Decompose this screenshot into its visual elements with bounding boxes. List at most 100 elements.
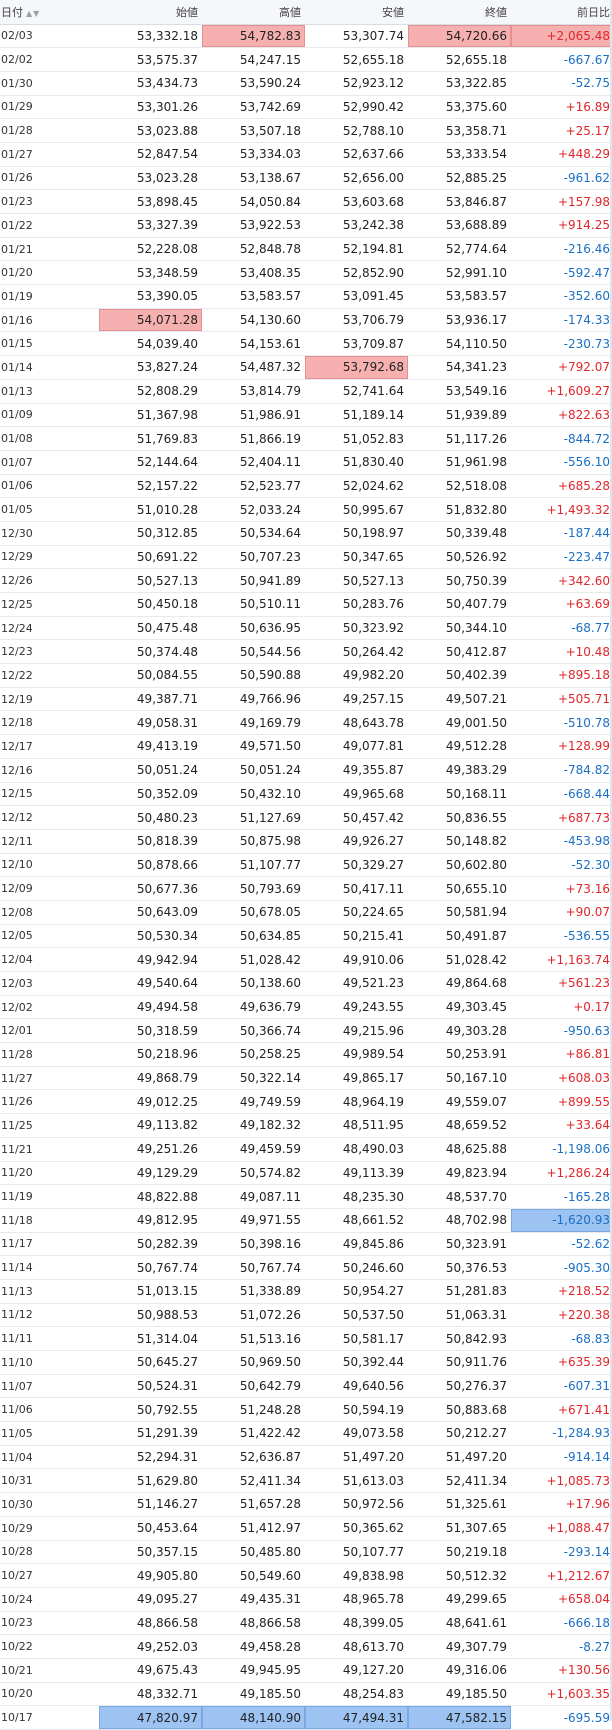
cell-change: -668.44: [511, 782, 612, 807]
cell-low: 53,709.87: [305, 331, 408, 357]
column-header-date[interactable]: 日付 ▲▼: [0, 0, 99, 25]
table-row: 01/26 53,023.28 53,138.67 52,656.00 52,885.2…: [0, 166, 612, 191]
column-header-close[interactable]: 終値: [408, 0, 511, 25]
cell-date: 02/03: [0, 24, 99, 49]
column-header-open[interactable]: 始値: [99, 0, 202, 25]
cell-open: 51,146.27: [99, 1492, 202, 1517]
cell-high: 51,422.42: [202, 1421, 305, 1446]
cell-low: 49,910.06: [305, 947, 408, 972]
column-header-low[interactable]: 安値: [305, 0, 408, 25]
table-row: 01/30 53,434.73 53,590.24 52,923.12 53,322.8…: [0, 71, 612, 96]
cell-close: 51,063.31: [408, 1303, 511, 1328]
cell-low: 51,052.83: [305, 426, 408, 451]
cell-high: 51,412.97: [202, 1516, 305, 1541]
table-row: 02/03 53,332.18 54,782.83 53,307.74 54,720.6…: [0, 24, 612, 49]
cell-low: 50,392.44: [305, 1350, 408, 1375]
cell-close: 50,750.39: [408, 568, 511, 593]
cell-low: 50,264.42: [305, 639, 408, 665]
table-row: 01/23 53,898.45 54,050.84 53,603.68 53,846.8…: [0, 189, 612, 214]
cell-change: -453.98: [511, 829, 612, 854]
cell-high: 49,636.79: [202, 995, 305, 1020]
cell-high: 50,707.23: [202, 545, 305, 570]
cell-close: 50,339.48: [408, 521, 511, 546]
cell-high: 54,247.15: [202, 47, 305, 72]
cell-low: 50,198.97: [305, 521, 408, 546]
cell-high: 52,033.24: [202, 497, 305, 522]
cell-high: 50,398.16: [202, 1232, 305, 1257]
cell-low: 52,194.81: [305, 237, 408, 262]
table-row: 12/24 50,475.48 50,636.95 50,323.92 50,344.1…: [0, 616, 612, 641]
cell-low: 52,024.62: [305, 474, 408, 499]
cell-open: 49,129.29: [99, 1161, 202, 1186]
cell-close: 50,168.11: [408, 782, 511, 807]
cell-close: 50,911.76: [408, 1350, 511, 1375]
cell-change: +1,085.73: [511, 1468, 612, 1494]
cell-open: 54,071.28: [99, 308, 202, 333]
cell-open: 48,332.71: [99, 1682, 202, 1707]
cell-date: 12/15: [0, 782, 99, 807]
table-row: 12/04 49,942.94 51,028.42 49,910.06 51,028.4…: [0, 947, 612, 972]
cell-close: 49,559.07: [408, 1089, 511, 1115]
cell-open: 51,629.80: [99, 1468, 202, 1494]
cell-high: 50,574.82: [202, 1161, 305, 1186]
cell-open: 49,012.25: [99, 1089, 202, 1115]
cell-close: 48,702.98: [408, 1208, 511, 1233]
cell-close: 53,322.85: [408, 71, 511, 96]
cell-low: 51,497.20: [305, 1445, 408, 1470]
cell-open: 50,282.39: [99, 1232, 202, 1257]
cell-open: 52,144.64: [99, 450, 202, 475]
table-row: 10/29 50,453.64 51,412.97 50,365.62 51,307.6…: [0, 1516, 612, 1541]
cell-open: 50,767.74: [99, 1255, 202, 1280]
table-row: 01/06 52,157.22 52,523.77 52,024.62 52,518.0…: [0, 474, 612, 499]
cell-close: 48,625.88: [408, 1137, 511, 1162]
cell-low: 52,655.18: [305, 47, 408, 72]
table-row: 01/15 54,039.40 54,153.61 53,709.87 54,110.5…: [0, 331, 612, 357]
cell-open: 50,792.55: [99, 1397, 202, 1423]
cell-open: 50,527.13: [99, 568, 202, 593]
cell-low: 53,307.74: [305, 24, 408, 49]
cell-high: 54,050.84: [202, 189, 305, 214]
cell-close: 53,333.54: [408, 142, 511, 167]
cell-date: 11/07: [0, 1374, 99, 1399]
table-row: 11/07 50,524.31 50,642.79 49,640.56 50,276.3…: [0, 1374, 612, 1399]
cell-high: 53,742.69: [202, 95, 305, 120]
cell-change: +218.52: [511, 1279, 612, 1304]
table-row: 01/05 51,010.28 52,033.24 50,995.67 51,832.8…: [0, 497, 612, 522]
cell-date: 12/23: [0, 639, 99, 665]
cell-change: -68.83: [511, 1326, 612, 1351]
sort-arrows-icon[interactable]: ▲▼: [26, 9, 40, 18]
cell-low: 52,637.66: [305, 142, 408, 167]
cell-high: 54,487.32: [202, 355, 305, 380]
cell-date: 12/03: [0, 971, 99, 996]
table-row: 01/13 52,808.29 53,814.79 52,741.64 53,549.1…: [0, 379, 612, 404]
cell-low: 50,972.56: [305, 1492, 408, 1517]
cell-close: 50,883.68: [408, 1397, 511, 1423]
cell-high: 53,814.79: [202, 379, 305, 404]
cell-low: 53,091.45: [305, 284, 408, 309]
table-row: 11/06 50,792.55 51,248.28 50,594.19 50,883.6…: [0, 1397, 612, 1423]
cell-date: 11/19: [0, 1184, 99, 1209]
cell-open: 53,327.39: [99, 213, 202, 238]
column-header-high[interactable]: 高値: [202, 0, 305, 25]
cell-close: 52,774.64: [408, 237, 511, 262]
table-row: 10/24 49,095.27 49,435.31 48,965.78 49,299.6…: [0, 1587, 612, 1612]
table-row: 10/23 48,866.58 48,866.58 48,399.05 48,641.6…: [0, 1611, 612, 1636]
cell-high: 50,485.80: [202, 1540, 305, 1565]
cell-open: 52,808.29: [99, 379, 202, 404]
column-header-change[interactable]: 前日比: [511, 0, 612, 25]
cell-change: +822.63: [511, 403, 612, 428]
cell-high: 52,411.34: [202, 1468, 305, 1494]
cell-open: 49,251.26: [99, 1137, 202, 1162]
cell-high: 50,793.69: [202, 876, 305, 901]
cell-high: 54,130.60: [202, 308, 305, 333]
cell-low: 50,527.13: [305, 568, 408, 593]
table-row: 11/27 49,868.79 50,322.14 49,865.17 50,167.1…: [0, 1066, 612, 1091]
cell-open: 50,524.31: [99, 1374, 202, 1399]
cell-high: 50,549.60: [202, 1563, 305, 1588]
cell-close: 50,376.53: [408, 1255, 511, 1280]
cell-low: 48,254.83: [305, 1682, 408, 1707]
cell-close: 51,281.83: [408, 1279, 511, 1304]
cell-close: 48,641.61: [408, 1611, 511, 1636]
cell-change: -961.62: [511, 166, 612, 191]
table-row: 10/17 47,820.97 48,140.90 47,494.31 47,582.1…: [0, 1705, 612, 1730]
